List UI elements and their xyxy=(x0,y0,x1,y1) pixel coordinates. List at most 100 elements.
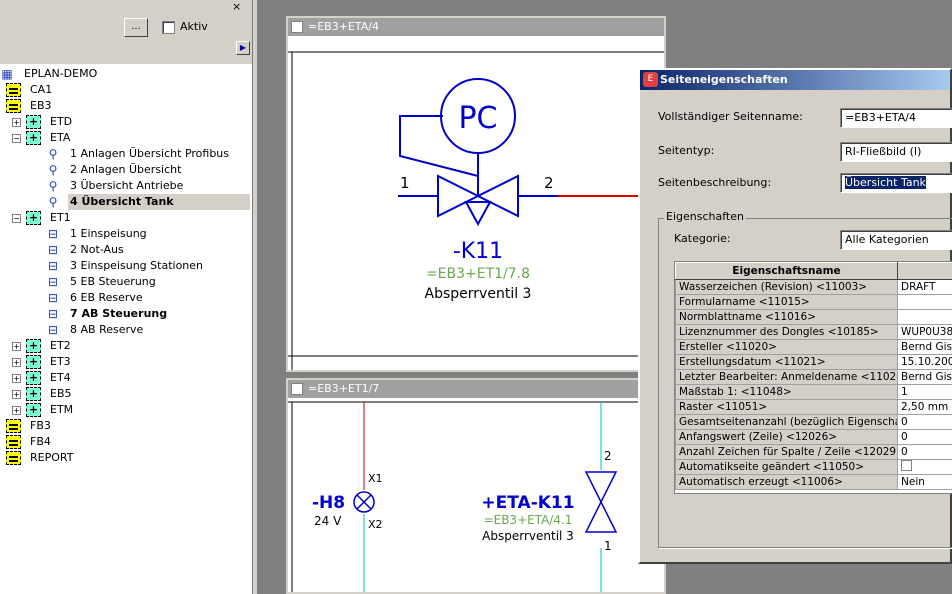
tree-item[interactable]: ⊟ 7 AB Steuerung xyxy=(0,306,252,322)
checkbox[interactable] xyxy=(901,460,912,471)
property-value[interactable]: 1 xyxy=(896,384,952,400)
tree-item[interactable]: ⊟ 8 AB Reserve xyxy=(0,322,252,338)
collapse-icon[interactable]: − xyxy=(12,134,21,143)
tree-item[interactable]: EB3 xyxy=(0,98,252,114)
property-name-header[interactable]: Eigenschaftsname xyxy=(675,262,898,280)
property-row[interactable]: Maßstab 1: <11048> 1 xyxy=(675,384,952,400)
property-value[interactable]: 2,50 mm xyxy=(896,399,952,415)
property-value[interactable]: WUP0U387 xyxy=(896,324,952,340)
tree-item[interactable]: ⚲ 4 Übersicht Tank xyxy=(0,194,252,210)
property-value[interactable]: 0 xyxy=(896,444,952,460)
tree-item[interactable]: + + ET3 xyxy=(0,354,252,370)
expand-icon[interactable]: + xyxy=(12,118,21,127)
tree-item[interactable]: ⚲ 3 Übersicht Antriebe xyxy=(0,178,252,194)
tree-item[interactable]: FB3 xyxy=(0,418,252,434)
location-icon: + xyxy=(26,211,41,225)
tree-item[interactable]: ⊟ 3 Einspeisung Stationen xyxy=(0,258,252,274)
schematic-page-icon: ⊟ xyxy=(47,275,59,289)
page-type-select[interactable]: RI-Fließbild (I) xyxy=(840,142,952,162)
property-checkbox[interactable] xyxy=(896,459,952,475)
property-row[interactable]: Gesamtseitenanzahl (bezüglich Eigenschaf… xyxy=(675,414,952,430)
tree-item[interactable]: + + ETM xyxy=(0,402,252,418)
property-value[interactable]: 0 xyxy=(896,429,952,445)
tree-item[interactable]: FB4 xyxy=(0,434,252,450)
property-value-header[interactable] xyxy=(896,262,952,280)
page-type-label: Seitentyp: xyxy=(658,144,715,157)
property-row[interactable]: Normblattname <11016> xyxy=(675,309,952,325)
property-value[interactable] xyxy=(896,294,952,310)
svg-text:2: 2 xyxy=(544,174,554,192)
property-row[interactable]: Formularname <11015> xyxy=(675,294,952,310)
tree-item[interactable]: ⊟ 1 Einspeisung xyxy=(0,226,252,242)
property-row[interactable]: Lizenznummer des Dongles <10185>WUP0U387 xyxy=(675,324,952,340)
location-icon: + xyxy=(26,403,41,417)
tree-item-label: ETA xyxy=(50,131,71,144)
tree-item[interactable]: REPORT xyxy=(0,450,252,466)
window-title[interactable]: =EB3+ET1/7 xyxy=(288,380,664,398)
tree-item[interactable]: ⚲ 2 Anlagen Übersicht xyxy=(0,162,252,178)
tree-item[interactable]: CA1 xyxy=(0,82,252,98)
dialog-title[interactable]: Seiteneigenschaften xyxy=(640,70,950,90)
location-icon: + xyxy=(26,131,41,145)
tree-item-label: 4 Übersicht Tank xyxy=(68,194,250,210)
tree-item-label: 2 Not-Aus xyxy=(70,243,124,256)
tree-item[interactable]: ⚲ 1 Anlagen Übersicht Profibus xyxy=(0,146,252,162)
property-name: Anfangswert (Zeile) <12026> xyxy=(675,429,898,445)
tree-item[interactable]: + + EB5 xyxy=(0,386,252,402)
property-row[interactable]: Wasserzeichen (Revision) <11003> DRAFT xyxy=(675,279,952,295)
tree-item-label: CA1 xyxy=(30,83,53,96)
tree-item[interactable]: ▦ EPLAN-DEMO xyxy=(0,66,252,82)
property-row[interactable]: Ersteller <11020>Bernd Gisch xyxy=(675,339,952,355)
page-description-value: Übersicht Tank xyxy=(845,176,926,189)
browse-button[interactable]: ... xyxy=(124,18,148,37)
property-row[interactable]: Erstellungsdatum <11021>15.10.2009 xyxy=(675,354,952,370)
expand-icon[interactable]: + xyxy=(12,374,21,383)
collapse-icon[interactable]: − xyxy=(12,214,21,223)
property-row[interactable]: Anfangswert (Zeile) <12026> 0 xyxy=(675,429,952,445)
tree-item[interactable]: ⊟ 5 EB Steuerung xyxy=(0,274,252,290)
expand-icon[interactable]: + xyxy=(12,390,21,399)
page-description-field[interactable]: Übersicht Tank xyxy=(840,173,952,193)
tree-item[interactable]: ⊟ 2 Not-Aus xyxy=(0,242,252,258)
property-value[interactable]: Bernd Gisch xyxy=(896,369,952,385)
property-row[interactable]: Letzter Bearbeiter: Anmeldename <11022> B… xyxy=(675,369,952,385)
device-description: Absperrventil 3 xyxy=(425,286,532,302)
schematic-window-eta4[interactable]: =EB3+ETA/4 PC 1 2 -K11 =EB3+ET1/7.8 Absp… xyxy=(286,16,666,372)
page-tree[interactable]: ▦ EPLAN-DEMO CA1 EB3 + + ETD − + ETA ⚲ 1 Anlagen Üb… xyxy=(0,64,252,594)
tree-item-label: 6 EB Reserve xyxy=(70,291,143,304)
window-title[interactable]: =EB3+ETA/4 xyxy=(288,18,664,36)
tree-item[interactable]: + + ETD xyxy=(0,114,252,130)
tree-item[interactable]: + + ET2 xyxy=(0,338,252,354)
property-value[interactable]: 0 xyxy=(896,414,952,430)
expand-icon[interactable]: + xyxy=(12,342,21,351)
page-description-label: Seitenbeschreibung: xyxy=(658,176,772,189)
category-label: Kategorie: xyxy=(674,232,731,245)
expand-icon[interactable]: + xyxy=(12,358,21,367)
property-row[interactable]: Automatikseite geändert <11050> xyxy=(675,459,952,475)
property-value[interactable] xyxy=(896,309,952,325)
property-name: Automatikseite geändert <11050> xyxy=(675,459,898,475)
tree-item[interactable]: + + ET4 xyxy=(0,370,252,386)
structure-icon xyxy=(6,435,21,449)
schematic-window-et17[interactable]: =EB3+ET1/7 X1 X2 -H8 24 V 2 1 +ETA-K11 =… xyxy=(286,378,666,594)
expand-icon[interactable]: + xyxy=(12,406,21,415)
tree-item[interactable]: − + ET1 xyxy=(0,210,252,226)
property-row[interactable]: Anzahl Zeichen für Spalte / Zeile <12029… xyxy=(675,444,952,460)
category-select[interactable]: Alle Kategorien xyxy=(840,230,952,250)
full-name-field[interactable]: =EB3+ETA/4 xyxy=(840,108,952,128)
eplan-app-icon: E xyxy=(643,72,658,87)
property-value[interactable]: 15.10.2009 xyxy=(896,354,952,370)
tree-item[interactable]: − + ETA xyxy=(0,130,252,146)
close-icon[interactable]: × xyxy=(232,0,241,13)
property-value[interactable]: Nein xyxy=(896,474,952,490)
property-value[interactable]: DRAFT xyxy=(896,279,952,295)
property-row[interactable]: Automatisch erzeugt <11006> Nein xyxy=(675,474,952,490)
aktiv-checkbox[interactable] xyxy=(162,21,175,34)
property-value[interactable]: Bernd Gisch xyxy=(896,339,952,355)
property-row[interactable]: Raster <11051> 2,50 mm xyxy=(675,399,952,415)
play-icon[interactable]: ▶ xyxy=(236,41,250,55)
tree-item[interactable]: ⊟ 6 EB Reserve xyxy=(0,290,252,306)
tree-item-label: 1 Einspeisung xyxy=(70,227,147,240)
properties-table[interactable]: Eigenschaftsname Wasserzeichen (Revision… xyxy=(674,261,952,494)
tree-item-label: ET2 xyxy=(50,339,71,352)
